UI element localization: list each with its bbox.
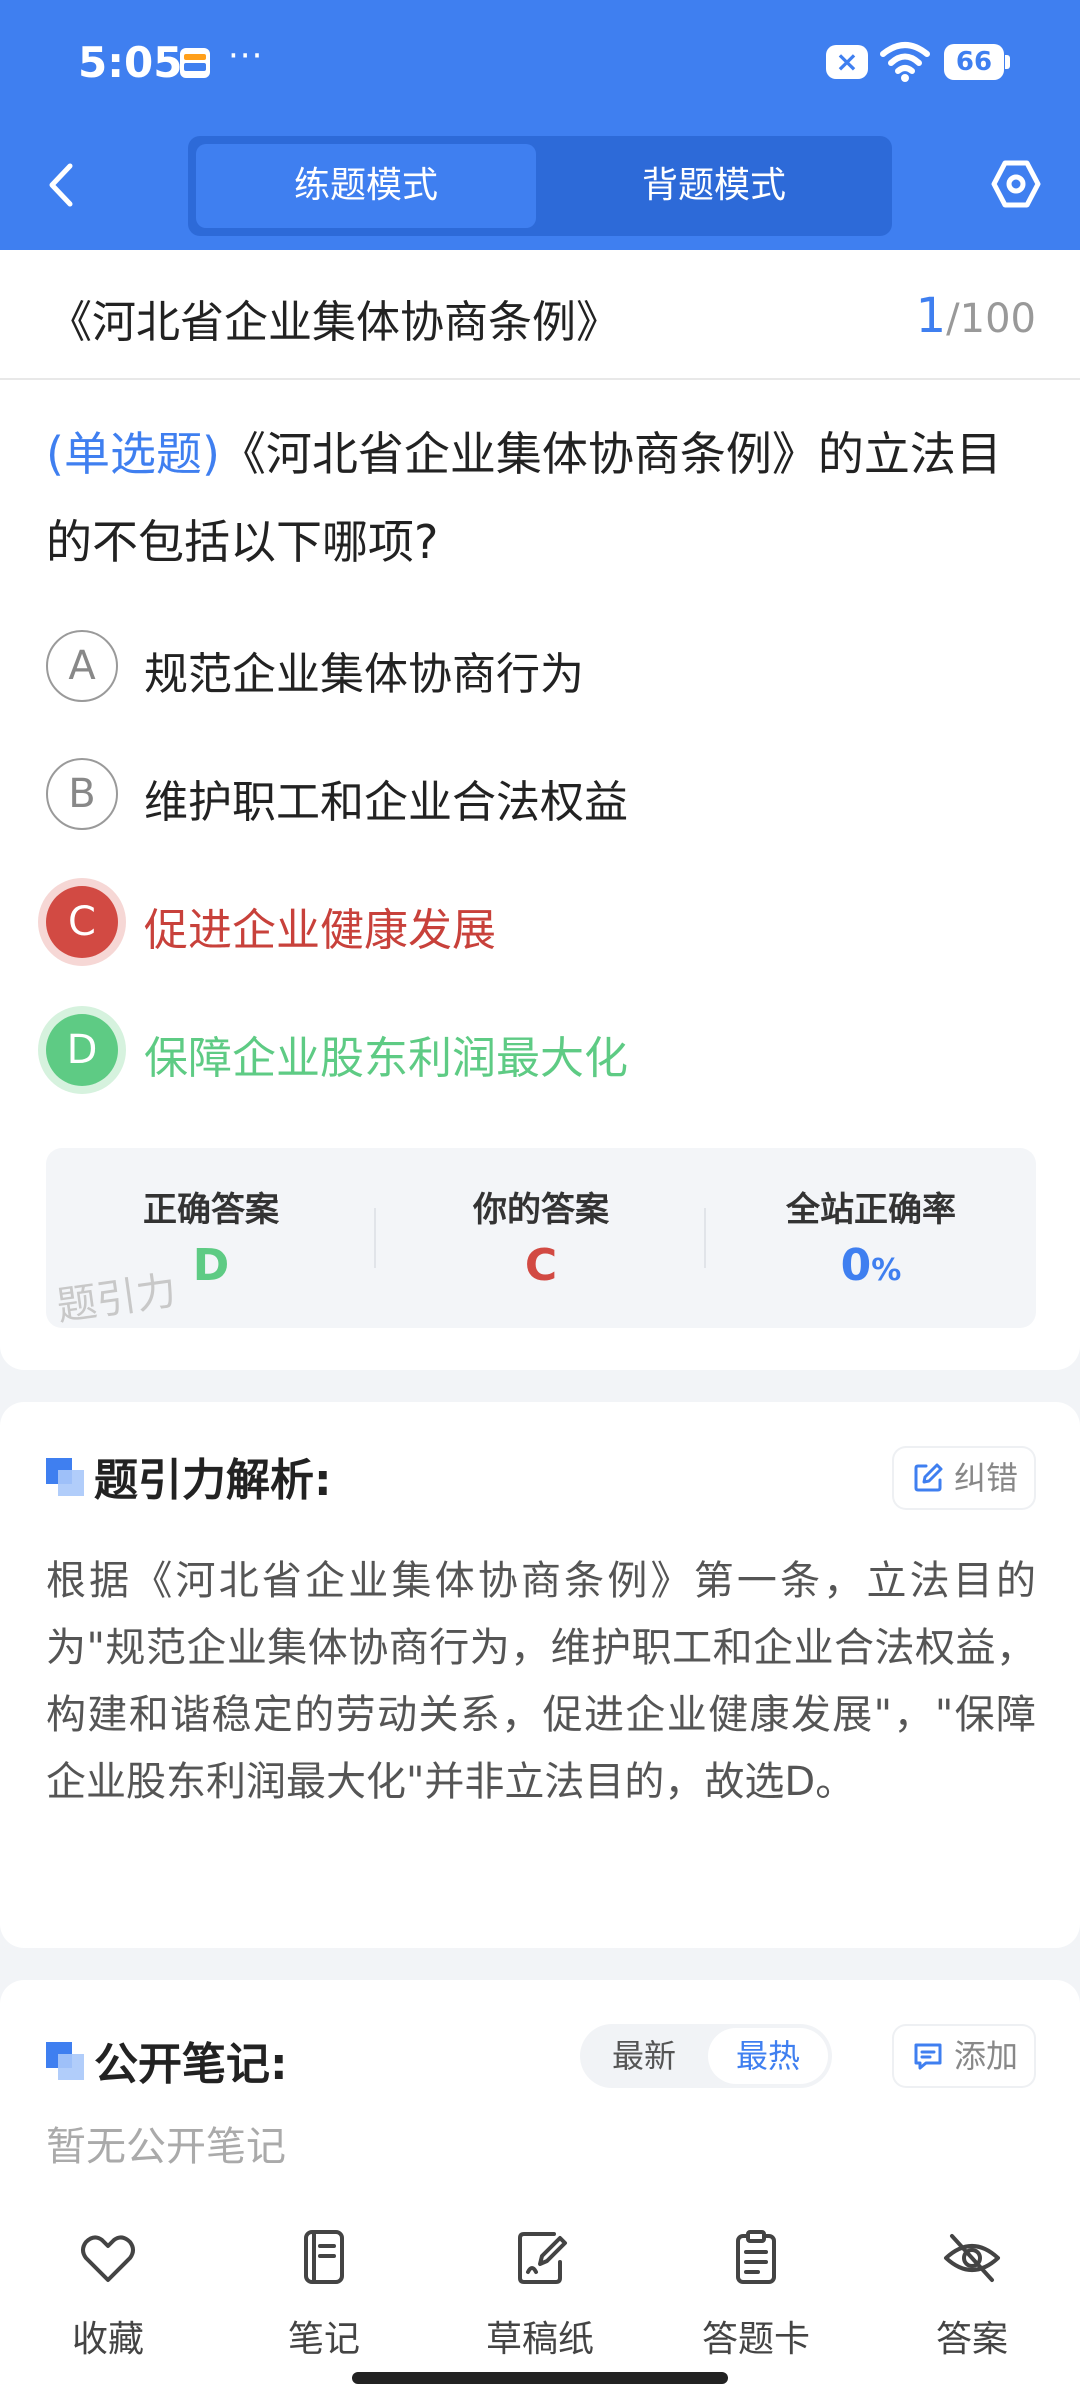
empty-notes-text: 暂无公开笔记 [46,2124,286,2170]
nav-answer[interactable]: 答案 [892,2220,1052,2360]
accuracy-label: 全站正确率 [786,1190,956,1230]
option-letter: A [46,630,118,702]
nav-answer-sheet-label: 答题卡 [701,2319,810,2360]
option-a[interactable]: A 规范企业集体协商行为 [46,626,1026,706]
nav-draft-paper-label: 草稿纸 [485,2319,594,2360]
more-notifications-icon: ··· [228,36,264,76]
status-time: 5:05 [78,38,183,87]
option-letter: B [46,758,118,830]
wallet-app-icon [180,48,210,78]
question-card: 《河北省企业集体协商条例》 1/100 (单选题)《河北省企业集体协商条例》的立… [0,250,1080,1370]
nav-favorite[interactable]: 收藏 [28,2220,188,2360]
nav-notes-label: 笔记 [287,2319,360,2360]
tab-memorize-mode[interactable]: 背题模式 [544,144,884,228]
analysis-card: 题引力解析: 纠错 根据《河北省企业集体协商条例》第一条，立法目的为"规范企业集… [0,1402,1080,1948]
correct-answer-label: 正确答案 [143,1190,279,1230]
your-answer-value: C [524,1240,558,1291]
top-header: 5:05 ··· × 66 练题模式 背题模式 [0,0,1080,250]
answer-summary: 正确答案 D 你的答案 C 全站正确率 0% 题引力 [46,1148,1036,1330]
option-letter: D [46,1014,118,1086]
notes-title: 公开笔记: [94,2039,288,2090]
accuracy-unit: % [871,1253,902,1288]
mode-switch: 练题模式 背题模式 [188,136,892,236]
nav-notes[interactable]: 笔记 [244,2220,404,2360]
report-error-label: 纠错 [953,1459,1018,1497]
nav-answer-sheet[interactable]: 答题卡 [676,2220,836,2360]
sort-hottest[interactable]: 最热 [708,2028,828,2084]
report-error-button[interactable]: 纠错 [893,1448,1034,1508]
tab-practice-mode[interactable]: 练题模式 [196,144,536,228]
option-letter: C [46,886,118,958]
option-text: 规范企业集体协商行为 [144,649,584,700]
page-current: 1 [915,288,947,344]
add-note-label: 添加 [953,2037,1018,2075]
option-text: 促进企业健康发展 [144,905,496,956]
section-squares-icon [46,1458,84,1496]
section-squares-icon [46,2042,84,2080]
settings-icon[interactable] [990,158,1042,210]
add-note-button[interactable]: 添加 [893,2026,1034,2086]
comment-icon [914,2043,942,2070]
bottom-toolbar: 收藏 笔记 草稿纸 答题卡 答案 [0,2200,1080,2400]
accuracy-number: 0 [840,1240,872,1291]
home-indicator[interactable] [352,2372,728,2384]
accuracy-value: 0% [706,1240,1036,1291]
question-text: (单选题)《河北省企业集体协商条例》的立法目的不包括以下哪项? [46,410,1036,586]
book-title-row: 《河北省企业集体协商条例》 1/100 [0,250,1080,380]
option-text: 维护职工和企业合法权益 [144,777,628,828]
status-bar: 5:05 ··· × 66 [0,0,1080,120]
wifi-icon [880,42,930,82]
option-b[interactable]: B 维护职工和企业合法权益 [46,754,1026,834]
your-answer-column: 你的答案 C [376,1148,706,1328]
edit-icon [914,1463,943,1492]
nav-draft-paper[interactable]: 草稿纸 [460,2220,620,2360]
option-text: 保障企业股东利润最大化 [144,1033,628,1084]
notes-sort-switch: 最新 最热 [580,2024,832,2088]
battery-icon: 66 [944,44,1010,80]
option-d[interactable]: D 保障企业股东利润最大化 [46,1010,1026,1090]
sort-newest[interactable]: 最新 [584,2028,704,2084]
option-c[interactable]: C 促进企业健康发展 [46,882,1026,962]
book-title: 《河北省企业集体协商条例》 [48,297,620,348]
nav-favorite-label: 收藏 [71,2319,144,2360]
notebook-icon [304,2230,344,2284]
nav-answer-label: 答案 [935,2319,1008,2360]
heart-icon [81,2235,135,2282]
mute-icon: × [826,45,868,79]
analysis-title: 题引力解析: [94,1455,332,1506]
back-arrow-icon[interactable] [40,160,84,210]
analysis-text: 根据《河北省企业集体协商条例》第一条，立法目的为"规范企业集体协商行为，维护职工… [46,1558,1036,1805]
eye-off-icon [944,2234,1000,2282]
draft-paper-icon [518,2232,567,2284]
your-answer-label: 你的答案 [473,1190,609,1230]
accuracy-column: 全站正确率 0% [706,1148,1036,1328]
page-total: /100 [946,296,1036,342]
page-counter: 1/100 [916,288,1036,344]
question-type: (单选题) [46,427,220,481]
answer-sheet-icon [736,2230,776,2284]
